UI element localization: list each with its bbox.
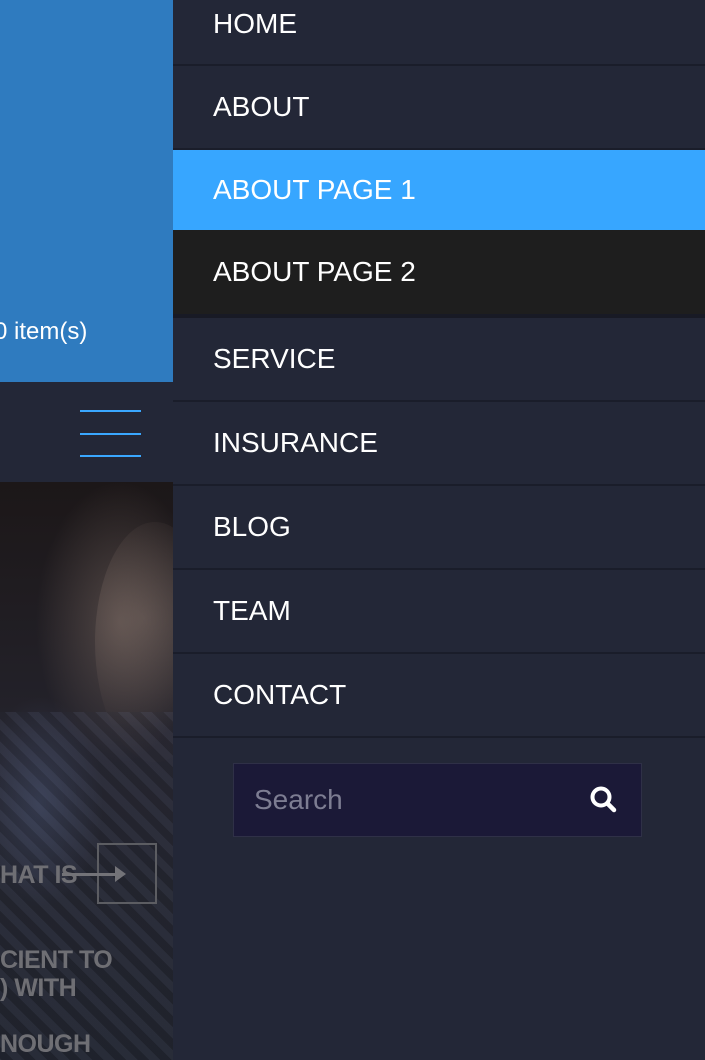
menu-item-insurance[interactable]: INSURANCE <box>173 402 705 486</box>
menu-item-label: ABOUT PAGE 1 <box>213 174 416 205</box>
hero-heading-line-4: NOUGH <box>0 1030 91 1058</box>
menu-item-label: ABOUT PAGE 2 <box>213 256 416 287</box>
menu-item-label: SERVICE <box>213 343 336 374</box>
menu-item-blog[interactable]: BLOG <box>173 486 705 570</box>
menu-item-about-page-2[interactable]: ABOUT PAGE 2 <box>173 230 705 318</box>
search-form <box>233 763 642 837</box>
cart-count[interactable]: 0 item(s) <box>0 318 87 346</box>
hero-heading-line-2: CIENT TO <box>0 946 113 974</box>
arrow-right-head-icon <box>115 866 126 882</box>
hero-heading-line-3: ) WITH <box>0 974 77 1002</box>
search-icon <box>590 786 617 813</box>
menu-item-team[interactable]: TEAM <box>173 570 705 654</box>
menu-item-about[interactable]: ABOUT <box>173 66 705 150</box>
search-input[interactable] <box>234 764 564 836</box>
menu-item-label: ABOUT <box>213 91 310 122</box>
menu-item-label: BLOG <box>213 511 291 542</box>
menu-item-about-page-1[interactable]: ABOUT PAGE 1 <box>173 150 705 230</box>
menu-item-label: INSURANCE <box>213 427 378 458</box>
menu-item-contact[interactable]: CONTACT <box>173 654 705 738</box>
top-banner: 0 item(s) <box>0 0 173 382</box>
side-menu: HOME ABOUT ABOUT PAGE 1 ABOUT PAGE 2 SER… <box>173 0 705 1060</box>
menu-item-label: HOME <box>213 8 297 39</box>
search-button[interactable] <box>584 780 624 820</box>
hamburger-menu-icon[interactable] <box>80 409 142 457</box>
arrow-right-icon <box>62 873 116 876</box>
menu-item-label: CONTACT <box>213 679 347 710</box>
menu-item-label: TEAM <box>213 595 291 626</box>
menu-item-home[interactable]: HOME <box>173 0 705 66</box>
background-page: 0 item(s) HAT IS CIENT TO ) WITH NOUGH <box>0 0 173 1060</box>
menu-item-service[interactable]: SERVICE <box>173 318 705 402</box>
